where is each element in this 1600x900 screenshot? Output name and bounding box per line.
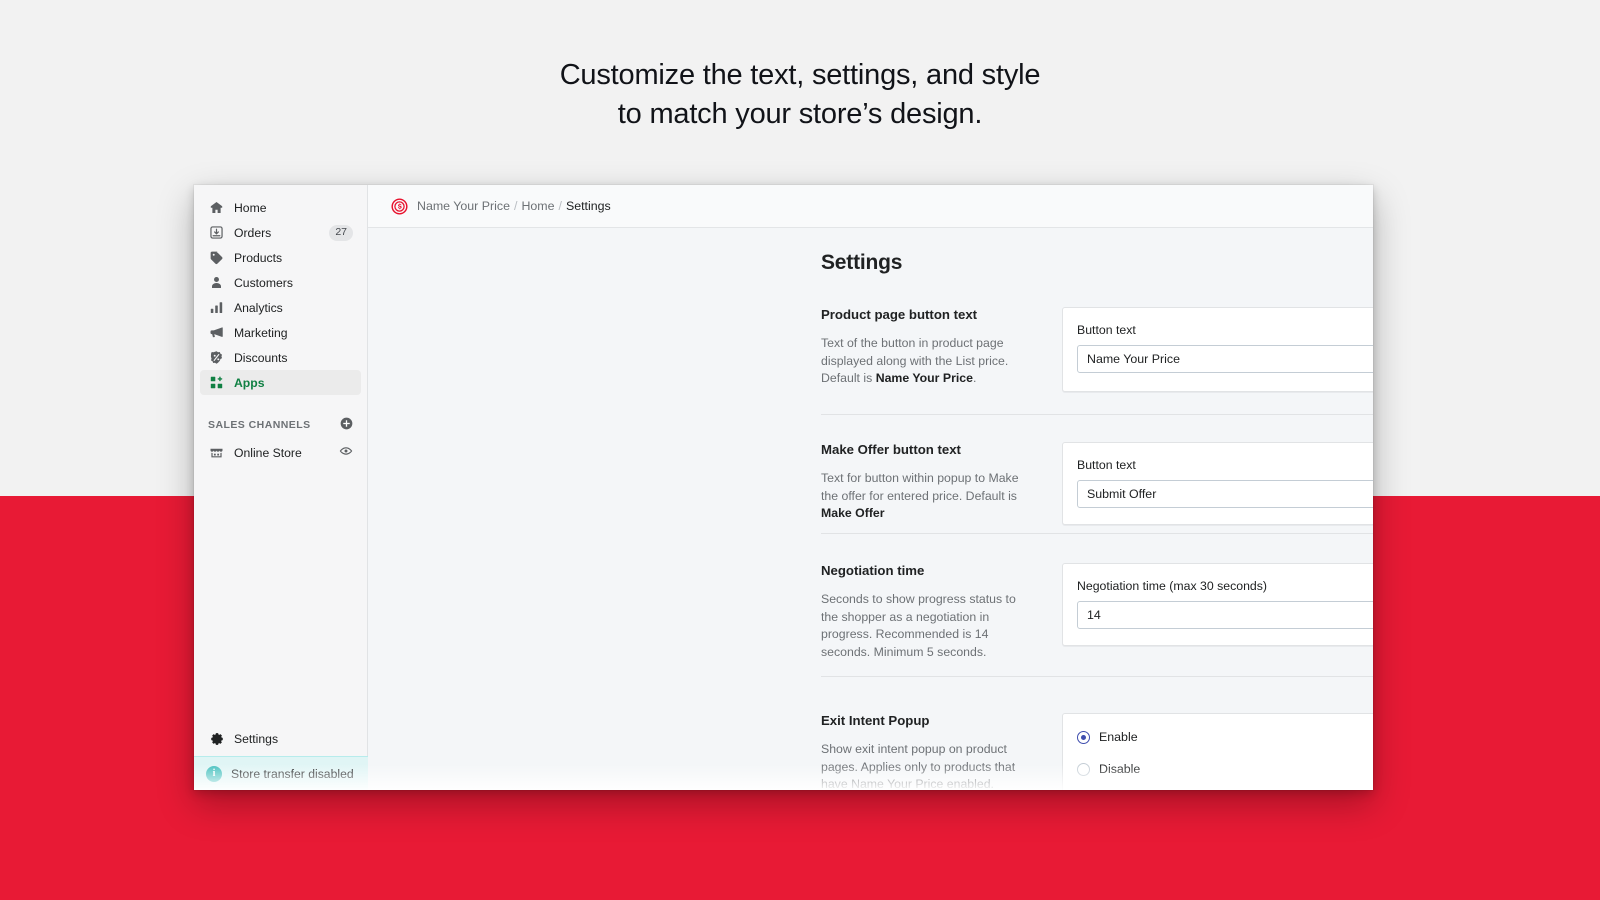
analytics-bars-icon [208, 299, 225, 316]
field-input-wrapper [1077, 601, 1373, 629]
field-input-wrapper [1077, 345, 1373, 373]
sidebar-item-discounts[interactable]: Discounts [200, 345, 361, 370]
sidebar-item-label: Orders [234, 225, 272, 240]
section-title: Product page button text [821, 307, 978, 322]
store-transfer-banner-label: Store transfer disabled [231, 766, 354, 781]
settings-text-input[interactable] [1077, 601, 1373, 629]
settings-text-input[interactable] [1077, 345, 1373, 373]
products-tag-icon [208, 249, 225, 266]
sidebar-item-products[interactable]: Products [200, 245, 361, 270]
radio-button[interactable] [1077, 730, 1090, 744]
section-description-emphasis: Make Offer [821, 506, 885, 520]
sidebar-item-label: Apps [234, 375, 265, 390]
section-title: Negotiation time [821, 563, 925, 578]
breadcrumb-item-home[interactable]: Home [521, 199, 554, 213]
sidebar-item-online-store[interactable]: Online Store [200, 440, 361, 465]
topbar: Name Your Price / Home / Settings [368, 185, 1373, 228]
field-label: Negotiation time (max 30 seconds) [1077, 579, 1268, 593]
settings-page: Settings Product page button text Text of… [368, 229, 1373, 790]
section-description-text: . [972, 371, 977, 385]
sidebar-item-label: Products [234, 250, 283, 265]
home-icon [208, 199, 225, 216]
storefront-icon [208, 444, 225, 461]
field-label: Button text [1077, 323, 1136, 337]
sidebar-item-label: Discounts [234, 350, 288, 365]
radio-option-disable[interactable]: Disable [1077, 762, 1373, 776]
sidebar-item-label: Marketing [234, 325, 288, 340]
discounts-tag-percent-icon [208, 349, 225, 366]
section-description-text: Seconds to show progress status to the s… [821, 592, 1016, 659]
breadcrumb-item-name-your-price[interactable]: Name Your Price [417, 199, 510, 213]
section-card: Negotiation time (max 30 seconds) [1062, 563, 1373, 646]
apps-grid-plus-icon [208, 374, 225, 391]
breadcrumb-separator: / [558, 199, 562, 213]
sidebar-item-customers[interactable]: Customers [200, 270, 361, 295]
section-card: Button text [1062, 307, 1373, 392]
info-icon: i [206, 765, 222, 782]
section-description: Text of the button in product page displ… [821, 335, 1036, 388]
radio-button[interactable] [1077, 762, 1090, 776]
radio-label: Disable [1099, 762, 1141, 776]
sidebar-item-label: Online Store [234, 445, 302, 460]
sidebar-item-apps[interactable]: Apps [200, 370, 361, 395]
store-transfer-banner[interactable]: i Store transfer disabled [194, 756, 368, 790]
sidebar-item-label: Home [234, 200, 267, 215]
sidebar-section-sales-channels: SALES CHANNELS [194, 413, 367, 437]
gear-icon [208, 731, 225, 748]
radio-option-enable[interactable]: Enable [1077, 730, 1373, 744]
field-input-wrapper [1077, 480, 1373, 508]
section-description: Text for button within popup to Make the… [821, 470, 1036, 523]
radio-label: Enable [1099, 730, 1138, 744]
name-your-price-logo-icon [391, 197, 408, 215]
sidebar-item-marketing[interactable]: Marketing [200, 320, 361, 345]
settings-text-input[interactable] [1077, 480, 1373, 508]
sidebar-nav-list: Home Orders 27 Products Customers Analytics Ma… [194, 185, 367, 395]
section-description: Show exit intent popup on product pages.… [821, 741, 1036, 790]
sidebar: Home Orders 27 Products Customers Analytics Ma… [194, 185, 368, 790]
marketing-headline: Customize the text, settings, and style … [0, 56, 1600, 134]
sidebar-item-analytics[interactable]: Analytics [200, 295, 361, 320]
section-divider [821, 414, 1373, 415]
eye-icon[interactable] [339, 444, 353, 461]
page-title: Settings [821, 251, 903, 274]
section-divider [821, 676, 1373, 677]
sidebar-item-label: Customers [234, 275, 293, 290]
sidebar-bottom: Settings i Store transfer disabled [194, 722, 368, 790]
field-label: Button text [1077, 458, 1136, 472]
sidebar-item-orders[interactable]: Orders 27 [200, 220, 361, 245]
section-description-column: Product page button text Text of the butt… [821, 307, 1036, 388]
sidebar-item-settings[interactable]: Settings [194, 722, 368, 756]
breadcrumb-item-settings: Settings [565, 199, 611, 213]
section-description-text: Text for button within popup to Make the… [821, 471, 1019, 503]
sidebar-settings-label: Settings [234, 732, 279, 746]
section-description-column: Exit Intent Popup Show exit intent popup … [821, 713, 1036, 790]
main-area: Name Your Price / Home / Settings Settings P… [368, 185, 1373, 790]
admin-window: Home Orders 27 Products Customers Analytics Ma… [194, 185, 1373, 790]
headline-line-1: Customize the text, settings, and style [559, 59, 1041, 91]
section-description: Seconds to show progress status to the s… [821, 591, 1036, 661]
sidebar-item-badge: 27 [329, 224, 353, 241]
plus-circle-icon[interactable] [340, 417, 353, 433]
section-card: Button text [1062, 442, 1373, 525]
customers-person-icon [208, 274, 225, 291]
breadcrumb-separator: / [513, 199, 518, 213]
section-description-column: Negotiation time Seconds to show progress… [821, 563, 1036, 661]
section-title: Exit Intent Popup [821, 713, 930, 728]
section-description-text: Show exit intent popup on product pages.… [821, 742, 1016, 790]
sidebar-section-title: SALES CHANNELS [208, 419, 311, 431]
section-description-column: Make Offer button text Text for button wi… [821, 442, 1036, 523]
headline-line-2: to match your store’s design. [617, 98, 983, 130]
section-divider [821, 533, 1373, 534]
section-description-emphasis: Name Your Price [875, 371, 973, 385]
section-card: Enable Disable [1062, 713, 1373, 790]
sidebar-item-label: Analytics [234, 300, 283, 315]
sidebar-item-home[interactable]: Home [200, 195, 361, 220]
breadcrumb: Name Your Price / Home / Settings [417, 199, 611, 213]
marketing-megaphone-icon [208, 324, 225, 341]
orders-icon [208, 224, 225, 241]
section-title: Make Offer button text [821, 442, 961, 457]
